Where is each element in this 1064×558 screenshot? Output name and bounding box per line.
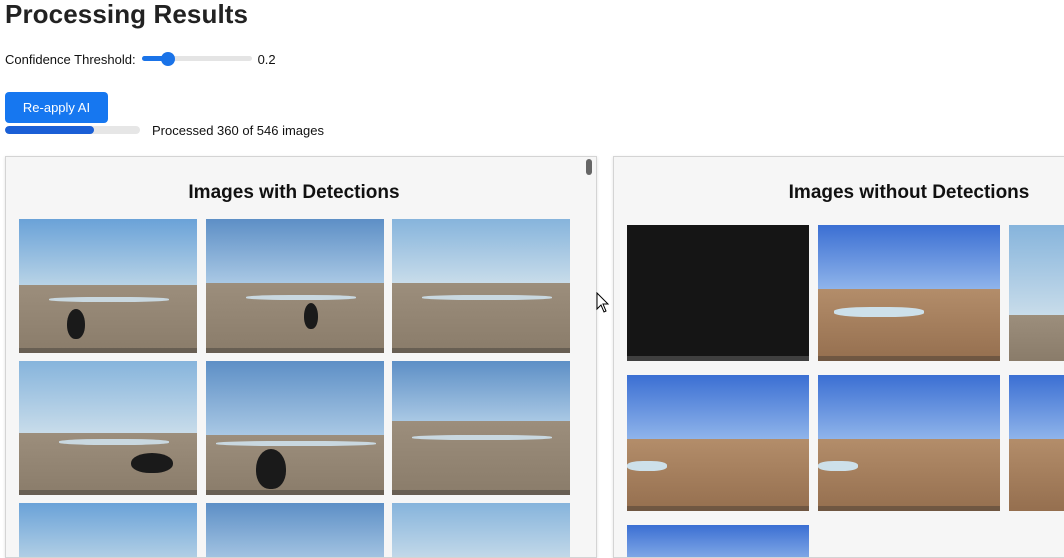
empty-thumbnail[interactable]: [627, 525, 809, 557]
confidence-threshold-slider[interactable]: [141, 50, 252, 68]
mouse-cursor-icon: [596, 292, 610, 313]
confidence-threshold-control: Confidence Threshold: 0.2: [5, 50, 276, 68]
progress-text: Processed 360 of 546 images: [152, 123, 324, 138]
processing-progress-bar: [5, 126, 140, 134]
detections-panel: Images with Detections: [5, 156, 597, 558]
bird: [304, 303, 318, 329]
detection-thumbnail[interactable]: [19, 361, 197, 495]
no-detections-panel-title: Images without Detections: [788, 182, 1030, 203]
detection-thumbnail[interactable]: [392, 503, 570, 557]
empty-thumbnail[interactable]: [1009, 225, 1064, 361]
detection-thumbnail[interactable]: [392, 219, 570, 353]
empty-thumbnail[interactable]: [1009, 375, 1064, 511]
panel-scrollbar[interactable]: [586, 159, 592, 175]
empty-thumbnail[interactable]: [818, 375, 1000, 511]
confidence-threshold-value: 0.2: [257, 51, 276, 67]
confidence-threshold-label: Confidence Threshold:: [5, 51, 136, 67]
detection-thumbnail[interactable]: [392, 361, 570, 495]
page-title: Processing Results: [5, 0, 249, 29]
no-detections-panel: Images without Detections: [613, 156, 1064, 558]
slider-thumb[interactable]: [160, 52, 175, 66]
empty-thumbnail[interactable]: [818, 225, 1000, 361]
reapply-ai-button[interactable]: Re-apply AI: [5, 92, 108, 123]
bird: [256, 449, 286, 489]
detection-thumbnail[interactable]: [19, 219, 197, 353]
detection-thumbnail[interactable]: [19, 503, 197, 557]
bird: [131, 453, 173, 473]
bird: [67, 309, 85, 339]
detections-panel-title: Images with Detections: [188, 182, 400, 203]
progress-fill: [5, 126, 94, 134]
detection-thumbnail[interactable]: [206, 503, 384, 557]
detection-thumbnail[interactable]: [206, 219, 384, 353]
empty-thumbnail[interactable]: [627, 225, 809, 361]
detection-thumbnail[interactable]: [206, 361, 384, 495]
empty-thumbnail[interactable]: [627, 375, 809, 511]
